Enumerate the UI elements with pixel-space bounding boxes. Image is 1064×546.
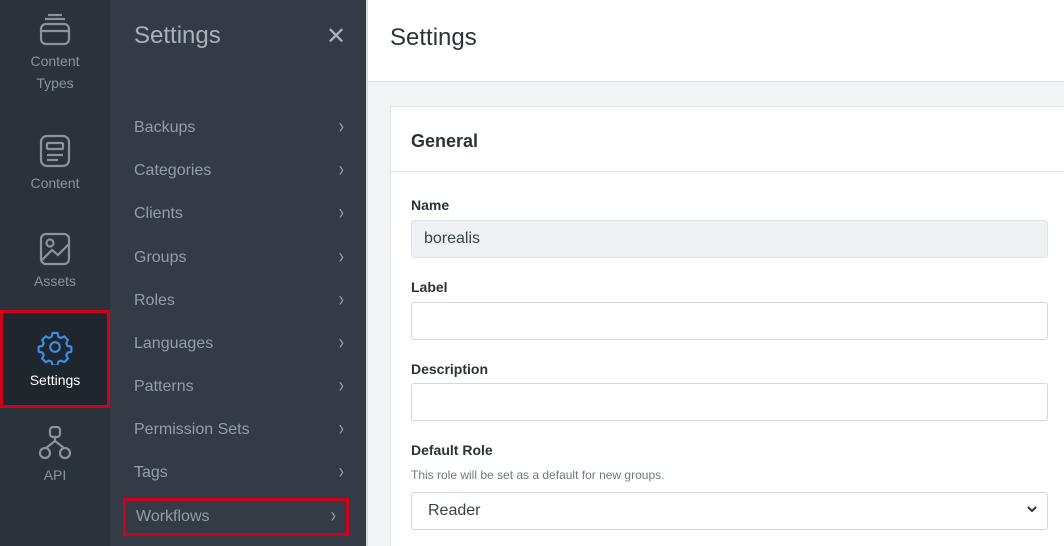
default-role-hint: This role will be set as a default for n… bbox=[411, 468, 665, 482]
close-icon[interactable]: ✕ bbox=[326, 22, 346, 52]
settings-menu-languages[interactable]: Languages › bbox=[134, 330, 344, 358]
general-card: General Name Label Description Default R… bbox=[390, 106, 1064, 546]
menu-item-label: Groups bbox=[134, 249, 187, 266]
menu-item-label: Clients bbox=[134, 205, 183, 222]
card-divider bbox=[391, 171, 1064, 172]
gear-icon bbox=[37, 329, 73, 369]
chevron-right-icon: › bbox=[338, 159, 344, 182]
nav-settings[interactable]: Settings bbox=[0, 310, 110, 408]
settings-menu-clients[interactable]: Clients › bbox=[134, 200, 344, 228]
default-role-select[interactable]: Reader bbox=[411, 492, 1048, 530]
assets-icon bbox=[38, 232, 72, 270]
settings-panel: Settings ✕ Backups › Categories › Client… bbox=[110, 0, 366, 546]
content-icon bbox=[38, 134, 72, 172]
menu-item-label: Backups bbox=[134, 119, 196, 136]
settings-menu-workflows[interactable]: Workflows › bbox=[123, 498, 349, 536]
description-label: Description bbox=[411, 361, 489, 377]
label-label: Label bbox=[411, 279, 448, 295]
menu-item-label: Languages bbox=[134, 335, 214, 352]
nav-settings-label: Settings bbox=[29, 372, 81, 388]
chevron-right-icon: › bbox=[338, 375, 344, 398]
chevron-down-icon bbox=[1025, 502, 1039, 521]
label-field[interactable] bbox=[411, 302, 1048, 340]
chevron-right-icon: › bbox=[338, 461, 344, 484]
name-label: Name bbox=[411, 197, 450, 213]
menu-item-label: Patterns bbox=[134, 378, 194, 395]
nav-api[interactable]: API bbox=[0, 426, 110, 496]
description-field[interactable] bbox=[411, 383, 1048, 421]
settings-menu-patterns[interactable]: Patterns › bbox=[134, 373, 344, 401]
chevron-right-icon: › bbox=[330, 505, 336, 528]
main-header: Settings bbox=[368, 0, 1064, 82]
settings-menu-groups[interactable]: Groups › bbox=[134, 244, 344, 272]
nav-content[interactable]: Content bbox=[0, 134, 110, 204]
default-role-label: Default Role bbox=[411, 442, 493, 458]
name-field[interactable] bbox=[411, 220, 1048, 258]
menu-item-label: Tags bbox=[134, 464, 168, 481]
content-types-icon bbox=[38, 12, 72, 50]
panel-title: Settings bbox=[134, 22, 221, 49]
chevron-right-icon: › bbox=[338, 332, 344, 355]
menu-item-label: Permission Sets bbox=[134, 421, 250, 438]
chevron-right-icon: › bbox=[338, 116, 344, 139]
menu-item-label: Workflows bbox=[136, 508, 210, 525]
settings-menu-roles[interactable]: Roles › bbox=[134, 287, 344, 315]
api-icon bbox=[38, 426, 72, 464]
default-role-value: Reader bbox=[428, 502, 481, 519]
chevron-right-icon: › bbox=[338, 418, 344, 441]
nav-api-label: API bbox=[43, 467, 67, 483]
nav-assets[interactable]: Assets bbox=[0, 232, 110, 302]
nav-content-types-label: Content Types bbox=[30, 53, 80, 91]
settings-menu-categories[interactable]: Categories › bbox=[134, 157, 344, 185]
page-title: Settings bbox=[390, 24, 477, 51]
settings-menu-permission-sets[interactable]: Permission Sets › bbox=[134, 416, 344, 444]
settings-menu-tags[interactable]: Tags › bbox=[134, 459, 344, 487]
settings-menu-backups[interactable]: Backups › bbox=[134, 114, 344, 142]
menu-item-label: Categories bbox=[134, 162, 212, 179]
nav-content-label: Content bbox=[30, 175, 80, 191]
chevron-right-icon: › bbox=[338, 246, 344, 269]
main-nav-rail: Content Types Content Assets Settings AP… bbox=[0, 0, 110, 546]
nav-content-types[interactable]: Content Types bbox=[0, 12, 110, 102]
card-title: General bbox=[411, 131, 479, 151]
chevron-right-icon: › bbox=[338, 289, 344, 312]
chevron-right-icon: › bbox=[338, 202, 344, 225]
nav-assets-label: Assets bbox=[33, 273, 76, 289]
menu-item-label: Roles bbox=[134, 292, 175, 309]
